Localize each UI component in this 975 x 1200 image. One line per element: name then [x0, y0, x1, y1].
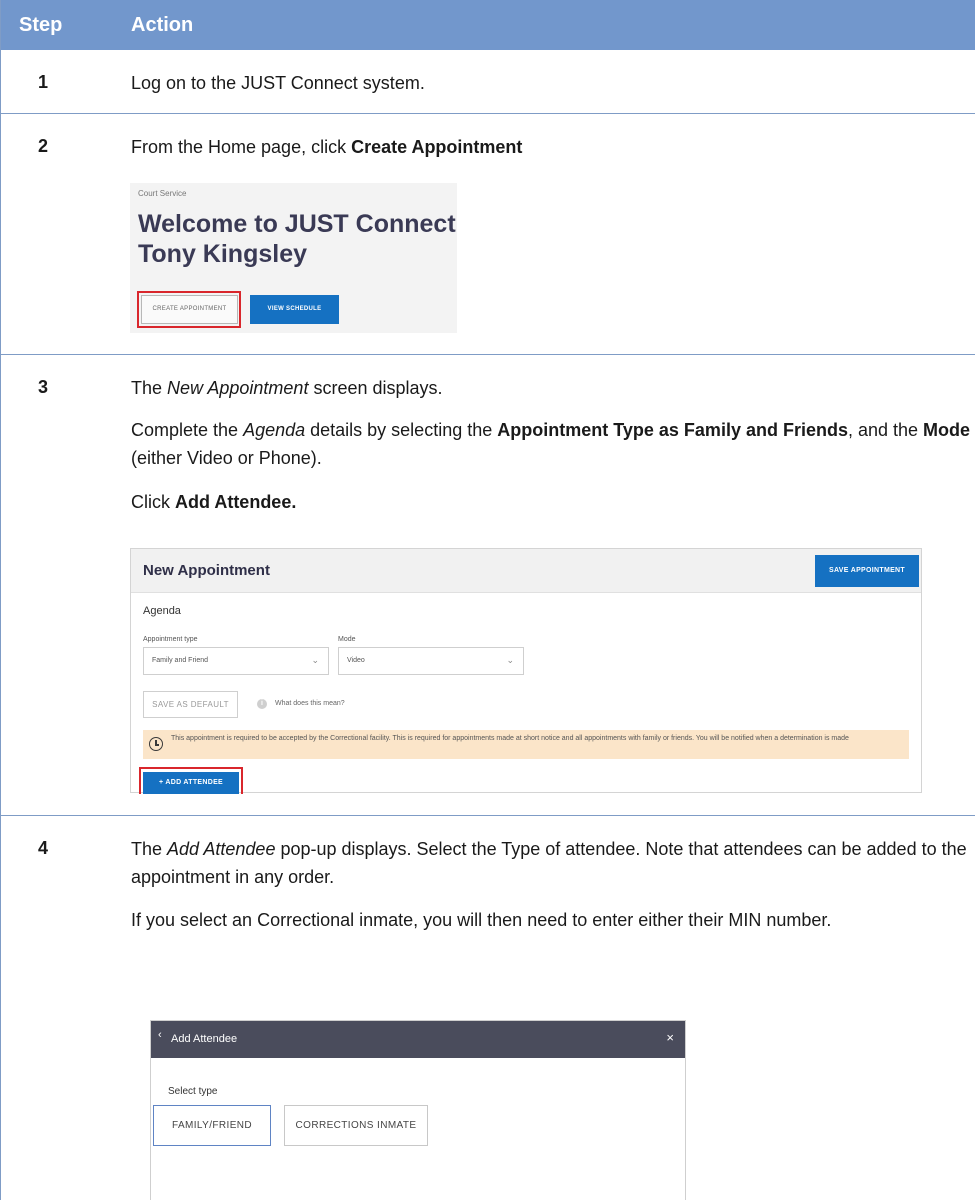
add-attendee-screenshot: ‹ Add Attendee × Select type FAMILY/FRIE…	[150, 1020, 686, 1200]
modal-titlebar: ‹ Add Attendee ×	[151, 1021, 685, 1058]
step-3-p1-italic: New Appointment	[167, 378, 309, 398]
chevron-down-icon: ⌄	[506, 655, 514, 665]
appointment-header: New Appointment SAVE APPOINTMENT	[131, 549, 921, 593]
step-3-p2-a: Complete the	[131, 420, 244, 440]
save-appointment-button[interactable]: SAVE APPOINTMENT	[815, 555, 919, 587]
step-3-p3-a: Click	[131, 492, 175, 512]
step-4-p1-pre: The	[131, 839, 168, 859]
table-header: Step Action	[1, 0, 975, 50]
step-2-text: From the Home page, click	[131, 137, 352, 157]
step-3-p3-bold: Add Attendee.	[175, 492, 297, 512]
info-link[interactable]: What does this mean?	[275, 700, 345, 707]
clock-icon	[149, 737, 163, 751]
close-icon[interactable]: ×	[666, 1030, 674, 1045]
info-icon[interactable]: i	[257, 699, 267, 709]
home-screenshot: Court Service Welcome to JUST Connect To…	[130, 183, 457, 333]
highlight-box	[139, 767, 243, 794]
step-3-p2-type: Appointment Type as Family and Friends	[497, 420, 848, 440]
step-text: Log on to the JUST Connect system.	[131, 69, 971, 97]
new-appointment-screenshot: New Appointment SAVE APPOINTMENT Agenda …	[130, 548, 922, 794]
chevron-down-icon: ⌄	[311, 655, 319, 665]
welcome-heading: Welcome to JUST Connect Tony Kingsley	[138, 210, 456, 268]
header-step: Step	[19, 14, 63, 36]
step-number: 2	[38, 136, 49, 156]
save-as-default-button[interactable]: SAVE AS DEFAULT	[143, 691, 238, 718]
header-action: Action	[131, 14, 194, 36]
step-text: The Add Attendee pop-up displays. Select…	[131, 835, 971, 891]
appointment-type-value: Family and Friend	[152, 657, 209, 664]
step-3-p2-agenda: Agenda	[243, 420, 306, 440]
step-3-p2-mode: Mode	[923, 420, 971, 440]
warning-banner: This appointment is required to be accep…	[143, 730, 909, 759]
step-text: From the Home page, click Create Appoint…	[131, 133, 971, 161]
step-3-p2-d: (either Video or Phone).	[131, 448, 322, 468]
appointment-type-label: Appointment type	[143, 636, 198, 643]
step-text: The New Appointment screen displays.	[131, 374, 971, 402]
step-1-text: Log on to the JUST Connect system.	[131, 73, 425, 93]
warning-text: This appointment is required to be accep…	[171, 735, 849, 742]
step-number: 4	[38, 838, 49, 858]
step-text: Complete the Agenda details by selecting…	[131, 416, 971, 472]
agenda-heading: Agenda	[143, 605, 181, 617]
chevron-left-icon[interactable]: ‹	[158, 1029, 162, 1041]
mode-select[interactable]: Video ⌄	[338, 647, 524, 675]
view-schedule-button[interactable]: VIEW SCHEDULE	[250, 295, 339, 324]
step-4-p1-italic: Add Attendee	[167, 839, 276, 859]
breadcrumb: Court Service	[138, 189, 187, 198]
step-3-p1-pre: The	[131, 378, 168, 398]
step-4-p2: If you select an Correctional inmate, yo…	[131, 910, 832, 930]
step-3-p1-rest: screen displays.	[308, 378, 443, 398]
family-friend-option[interactable]: FAMILY/FRIEND	[153, 1105, 271, 1146]
step-3-p2-c: , and the	[847, 420, 924, 440]
step-text: Click Add Attendee.	[131, 488, 971, 516]
corrections-inmate-option[interactable]: CORRECTIONS INMATE	[284, 1105, 428, 1146]
highlight-box	[137, 291, 241, 328]
step-text: If you select an Correctional inmate, yo…	[131, 906, 971, 934]
step-number: 3	[38, 377, 49, 397]
step-number: 1	[38, 72, 49, 92]
step-2-bold: Create Appointment	[351, 137, 523, 157]
mode-label: Mode	[338, 636, 356, 643]
appointment-type-select[interactable]: Family and Friend ⌄	[143, 647, 329, 675]
table-row: 1 Log on to the JUST Connect system.	[1, 50, 975, 114]
select-type-label: Select type	[168, 1086, 218, 1097]
modal-title: Add Attendee	[171, 1033, 238, 1045]
mode-value: Video	[347, 657, 365, 664]
step-3-p2-b: details by selecting the	[305, 420, 498, 440]
page-title: New Appointment	[143, 562, 270, 579]
